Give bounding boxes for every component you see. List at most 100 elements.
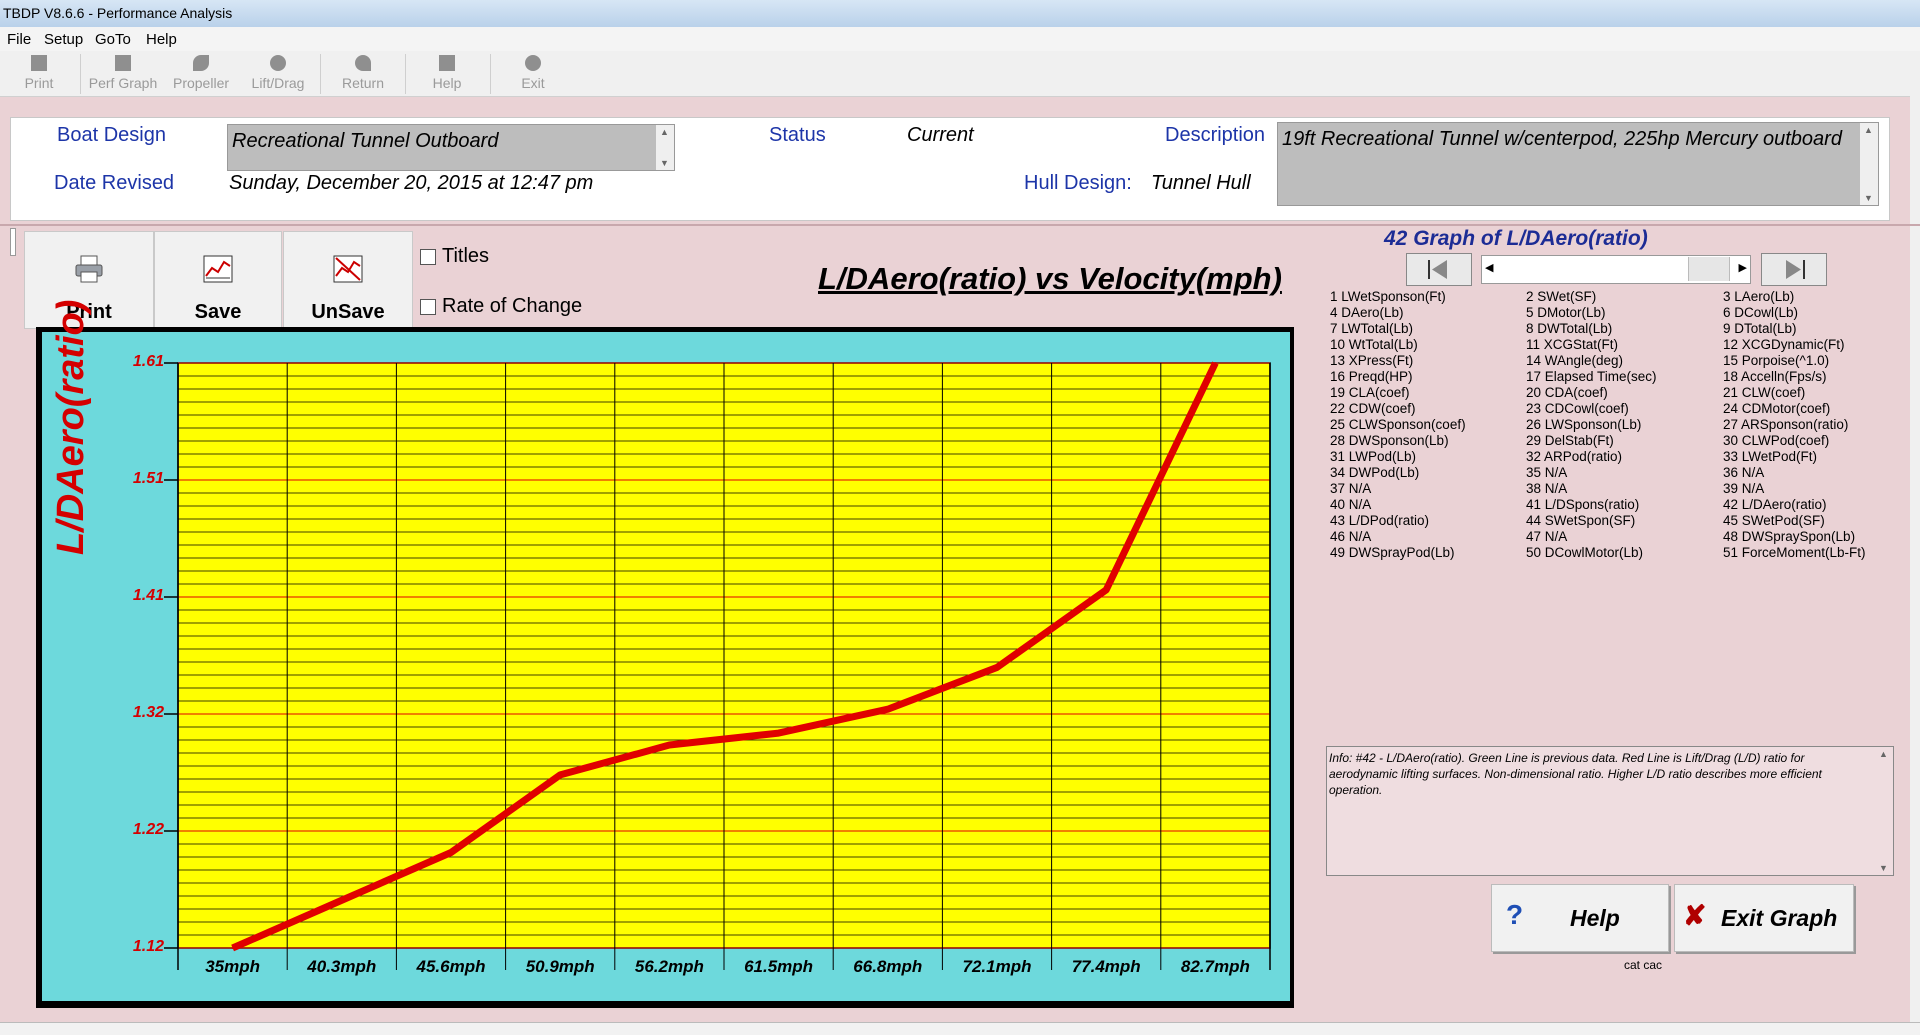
data-point bbox=[231, 947, 234, 949]
x-tick-label: 61.5mph bbox=[744, 957, 814, 976]
parameter-item[interactable]: 48 DWSpraySpon(Lb) bbox=[1723, 529, 1866, 545]
help-button[interactable]: ? Help bbox=[1491, 884, 1669, 952]
info-text: Info: #42 - L/DAero(ratio). Green Line i… bbox=[1329, 751, 1822, 797]
parameter-item[interactable]: 28 DWSponson(Lb) bbox=[1330, 433, 1466, 449]
y-tick-label: 1.41 bbox=[132, 587, 164, 604]
data-point bbox=[777, 732, 780, 735]
x-tick-label: 35mph bbox=[205, 957, 260, 976]
parameter-item[interactable]: 27 ARSponson(ratio) bbox=[1723, 417, 1866, 433]
parameter-item[interactable]: 18 Accelln(Fps/s) bbox=[1723, 369, 1866, 385]
parameter-item[interactable]: 12 XCGDynamic(Ft) bbox=[1723, 337, 1866, 353]
parameter-column-2: 2 SWet(SF) 5 DMotor(Lb) 8 DWTotal(Lb) 11 XC… bbox=[1526, 289, 1657, 561]
parameter-item[interactable]: 9 DTotal(Lb) bbox=[1723, 321, 1866, 337]
x-tick-label: 72.1mph bbox=[962, 957, 1032, 976]
parameter-item[interactable]: 39 N/A bbox=[1723, 481, 1866, 497]
last-icon bbox=[1786, 260, 1805, 279]
parameter-item[interactable]: 1 LWetSponson(Ft) bbox=[1330, 289, 1466, 305]
parameter-item[interactable]: 35 N/A bbox=[1526, 465, 1657, 481]
parameter-item[interactable]: 38 N/A bbox=[1526, 481, 1657, 497]
x-tick-label: 66.8mph bbox=[853, 957, 923, 976]
parameter-item[interactable]: 2 SWet(SF) bbox=[1526, 289, 1657, 305]
parameter-item[interactable]: 29 DelStab(Ft) bbox=[1526, 433, 1657, 449]
parameter-item[interactable]: 14 WAngle(deg) bbox=[1526, 353, 1657, 369]
help-button-label: Help bbox=[1570, 905, 1620, 931]
first-icon bbox=[1428, 260, 1447, 279]
info-scrollbar[interactable]: ▲ ▼ bbox=[1875, 747, 1893, 875]
parameter-item[interactable]: 24 CDMotor(coef) bbox=[1723, 401, 1866, 417]
parameter-item[interactable]: 23 CDCowl(coef) bbox=[1526, 401, 1657, 417]
help-icon: ? bbox=[1506, 899, 1524, 930]
parameter-item[interactable]: 37 N/A bbox=[1330, 481, 1466, 497]
parameter-item[interactable]: 36 N/A bbox=[1723, 465, 1866, 481]
y-tick-label: 1.12 bbox=[132, 938, 164, 955]
parameter-item[interactable]: 40 N/A bbox=[1330, 497, 1466, 513]
x-tick-label: 56.2mph bbox=[634, 957, 704, 976]
x-tick-label: 40.3mph bbox=[307, 957, 377, 976]
parameter-item[interactable]: 45 SWetPod(SF) bbox=[1723, 513, 1866, 529]
parameter-item[interactable]: 8 DWTotal(Lb) bbox=[1526, 321, 1657, 337]
exit-graph-label: Exit Graph bbox=[1721, 905, 1838, 931]
parameter-item[interactable]: 47 N/A bbox=[1526, 529, 1657, 545]
parameter-item[interactable]: 34 DWPod(Lb) bbox=[1330, 465, 1466, 481]
first-graph-button[interactable] bbox=[1406, 253, 1472, 286]
data-point bbox=[1214, 362, 1217, 364]
parameter-item[interactable]: 25 CLWSponson(coef) bbox=[1330, 417, 1466, 433]
x-tick-label: 82.7mph bbox=[1180, 957, 1250, 976]
y-tick-label: 1.22 bbox=[132, 821, 164, 838]
parameter-item[interactable]: 17 Elapsed Time(sec) bbox=[1526, 369, 1657, 385]
data-point bbox=[886, 708, 889, 711]
data-point bbox=[559, 773, 562, 776]
parameter-item[interactable]: 51 ForceMoment(Lb-Ft) bbox=[1723, 545, 1866, 561]
parameter-item[interactable]: 41 L/DSpons(ratio) bbox=[1526, 497, 1657, 513]
exit-graph-button[interactable]: ✘ Exit Graph bbox=[1674, 884, 1854, 952]
parameter-item[interactable]: 19 CLA(coef) bbox=[1330, 385, 1466, 401]
parameter-item[interactable]: 30 CLWPod(coef) bbox=[1723, 433, 1866, 449]
data-point bbox=[340, 899, 343, 902]
info-box[interactable]: Info: #42 - L/DAero(ratio). Green Line i… bbox=[1326, 746, 1894, 876]
parameter-item[interactable]: 7 LWTotal(Lb) bbox=[1330, 321, 1466, 337]
parameter-item[interactable]: 4 DAero(Lb) bbox=[1330, 305, 1466, 321]
parameter-item[interactable]: 43 L/DPod(ratio) bbox=[1330, 513, 1466, 529]
x-tick-label: 77.4mph bbox=[1071, 957, 1141, 976]
data-point bbox=[996, 666, 998, 669]
parameter-item[interactable]: 32 ARPod(ratio) bbox=[1526, 449, 1657, 465]
x-tick-label: 50.9mph bbox=[525, 957, 595, 976]
parameter-item[interactable]: 5 DMotor(Lb) bbox=[1526, 305, 1657, 321]
parameter-column-1: 1 LWetSponson(Ft) 4 DAero(Lb) 7 LWTotal(Lb… bbox=[1330, 289, 1466, 561]
parameter-item[interactable]: 11 XCGStat(Ft) bbox=[1526, 337, 1657, 353]
parameter-item[interactable]: 31 LWPod(Lb) bbox=[1330, 449, 1466, 465]
parameter-item[interactable]: 3 LAero(Lb) bbox=[1723, 289, 1866, 305]
parameter-item[interactable]: 50 DCowlMotor(Lb) bbox=[1526, 545, 1657, 561]
parameter-item[interactable]: 26 LWSponson(Lb) bbox=[1526, 417, 1657, 433]
y-axis-title: L/DAero(ratio) bbox=[50, 299, 92, 555]
graph-selector-scrollbar[interactable]: ◀ ▶ bbox=[1481, 255, 1751, 284]
parameter-item[interactable]: 16 Preqd(HP) bbox=[1330, 369, 1466, 385]
scroll-thumb[interactable] bbox=[1688, 257, 1730, 281]
parameter-item[interactable]: 20 CDA(coef) bbox=[1526, 385, 1657, 401]
data-point bbox=[1105, 588, 1108, 591]
last-graph-button[interactable] bbox=[1761, 253, 1827, 286]
parameter-item[interactable]: 42 L/DAero(ratio) bbox=[1723, 497, 1866, 513]
parameter-item[interactable]: 10 WtTotal(Lb) bbox=[1330, 337, 1466, 353]
parameter-column-3: 3 LAero(Lb) 6 DCowl(Lb) 9 DTotal(Lb) 12 XCG… bbox=[1723, 289, 1866, 561]
y-tick-label: 1.51 bbox=[132, 470, 164, 487]
parameter-item[interactable]: 22 CDW(coef) bbox=[1330, 401, 1466, 417]
parameter-item[interactable]: 46 N/A bbox=[1330, 529, 1466, 545]
parameter-item[interactable]: 6 DCowl(Lb) bbox=[1723, 305, 1866, 321]
footer-note: cat cac bbox=[1624, 958, 1663, 972]
parameter-item[interactable]: 44 SWetSpon(SF) bbox=[1526, 513, 1657, 529]
status-bar bbox=[0, 1022, 1920, 1035]
y-tick-label: 1.61 bbox=[132, 353, 164, 370]
data-point bbox=[450, 851, 452, 854]
close-icon: ✘ bbox=[1683, 900, 1707, 931]
parameter-item[interactable]: 21 CLW(coef) bbox=[1723, 385, 1866, 401]
parameter-item[interactable]: 33 LWetPod(Ft) bbox=[1723, 449, 1866, 465]
data-point bbox=[668, 744, 671, 747]
parameter-item[interactable]: 49 DWSprayPod(Lb) bbox=[1330, 545, 1466, 561]
parameter-item[interactable]: 15 Porpoise(^1.0) bbox=[1723, 353, 1866, 369]
y-tick-label: 1.32 bbox=[132, 704, 164, 721]
scroll-left-icon[interactable]: ◀ bbox=[1485, 261, 1493, 274]
parameter-item[interactable]: 13 XPress(Ft) bbox=[1330, 353, 1466, 369]
graph-of-title: 42 Graph of L/DAero(ratio) bbox=[1384, 227, 1648, 250]
scroll-right-icon[interactable]: ▶ bbox=[1739, 261, 1747, 274]
